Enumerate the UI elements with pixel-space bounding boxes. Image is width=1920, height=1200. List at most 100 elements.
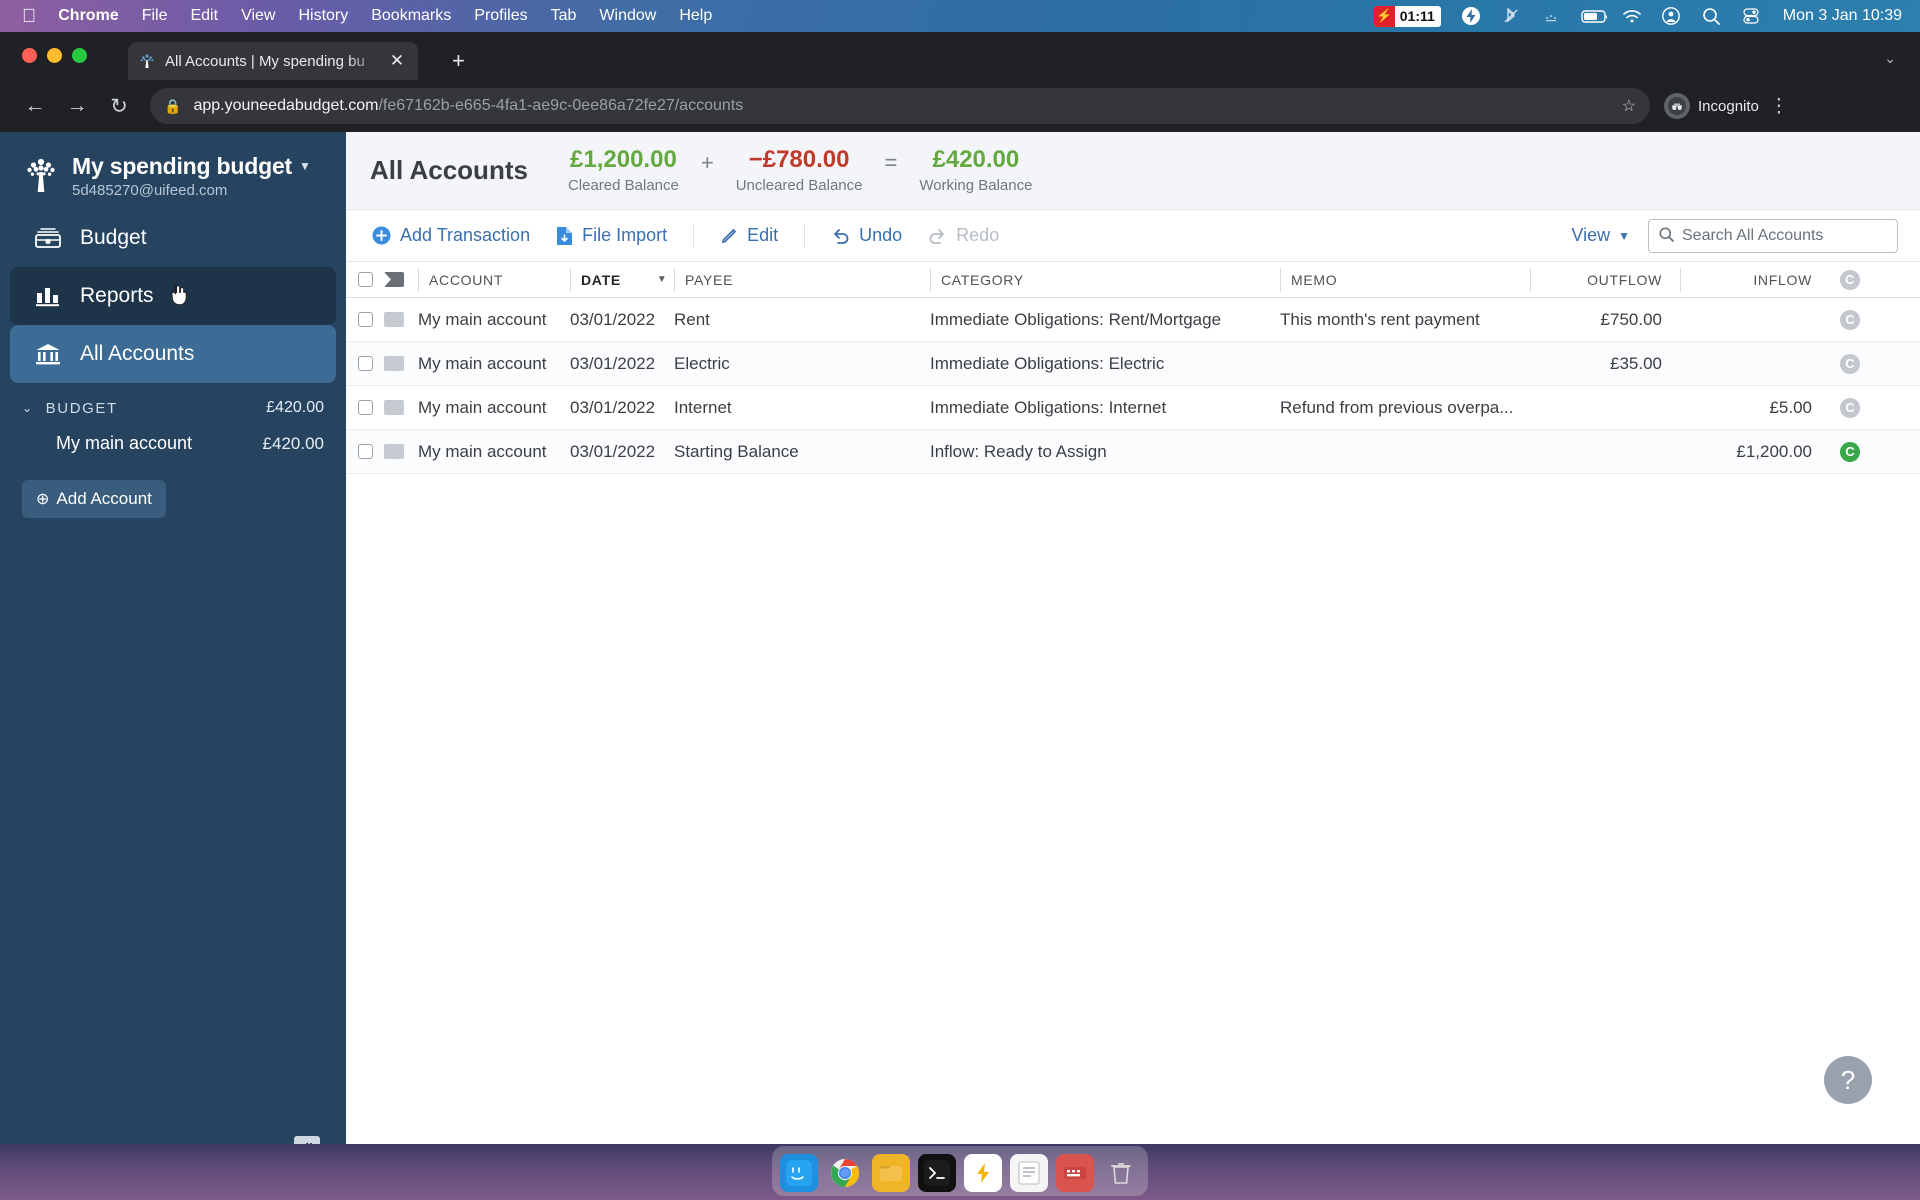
address-bar[interactable]: 🔒 app.youneedabudget.com /fe67162b-e665-… <box>150 88 1650 124</box>
column-header-date[interactable]: DATE ▼ <box>570 267 674 292</box>
search-input[interactable] <box>1682 226 1887 245</box>
menu-bookmarks[interactable]: Bookmarks <box>371 7 451 25</box>
chrome-icon[interactable] <box>826 1154 864 1192</box>
back-button[interactable]: ← <box>14 85 56 127</box>
chrome-window: All Accounts | My spending bu ✕ + ⌄ ← → … <box>0 32 1920 1200</box>
wifi-icon[interactable] <box>1621 6 1641 26</box>
chrome-menu-kebab-icon[interactable]: ⋮ <box>1759 95 1799 118</box>
cell-cleared-status[interactable]: C <box>1830 309 1870 330</box>
table-row[interactable]: My main account 03/01/2022 Electric Imme… <box>346 342 1920 386</box>
flash-icon[interactable] <box>1461 6 1481 26</box>
new-tab-button[interactable]: + <box>452 50 465 72</box>
cell-cleared-status[interactable]: C <box>1830 441 1870 462</box>
cell-date: 03/01/2022 <box>570 441 656 461</box>
row-checkbox[interactable] <box>346 356 384 371</box>
bolt-icon[interactable] <box>964 1154 1002 1192</box>
menu-profiles[interactable]: Profiles <box>474 7 527 25</box>
cleared-balance-label: Cleared Balance <box>567 176 679 194</box>
transactions-table-body: My main account 03/01/2022 Rent Immediat… <box>346 298 1920 474</box>
reload-button[interactable]: ↻ <box>98 85 140 127</box>
screen-recording-indicator[interactable]: ⚡ 01:11 <box>1373 5 1441 27</box>
keyboard-icon[interactable] <box>1056 1154 1094 1192</box>
row-flag-icon[interactable] <box>384 356 418 371</box>
menu-bar-clock[interactable]: Mon 3 Jan 10:39 <box>1783 7 1902 25</box>
row-flag-icon[interactable] <box>384 444 418 459</box>
budget-caret-down-icon[interactable]: ▼ <box>299 160 311 173</box>
toolbar-right: View ▼ <box>1571 218 1898 253</box>
control-center-user-icon[interactable] <box>1661 6 1681 26</box>
menu-file[interactable]: File <box>142 7 168 25</box>
table-row[interactable]: My main account 03/01/2022 Rent Immediat… <box>346 298 1920 342</box>
column-header-account[interactable]: ACCOUNT <box>418 267 570 292</box>
flag-column-header[interactable] <box>384 272 418 287</box>
table-row[interactable]: My main account 03/01/2022 Internet Imme… <box>346 386 1920 430</box>
finder-icon[interactable] <box>780 1154 818 1192</box>
incognito-indicator[interactable]: Incognito <box>1664 93 1759 119</box>
cell-cleared-status[interactable]: C <box>1830 353 1870 374</box>
undo-button[interactable]: Undo <box>831 225 902 246</box>
row-checkbox[interactable] <box>346 312 384 327</box>
sidebar-item-budget[interactable]: Budget <box>10 209 336 267</box>
tab-search-chevron-down-icon[interactable]: ⌄ <box>1884 50 1896 67</box>
menu-view[interactable]: View <box>241 7 275 25</box>
row-flag-icon[interactable] <box>384 400 418 415</box>
apple-icon[interactable]:  <box>22 7 36 26</box>
maximize-window-button[interactable] <box>72 48 87 63</box>
column-header-cleared[interactable]: C <box>1830 269 1870 290</box>
cell-outflow: £750.00 <box>1600 309 1662 329</box>
sidebar-item-all-accounts[interactable]: All Accounts <box>10 325 336 384</box>
row-checkbox[interactable] <box>346 444 384 459</box>
column-header-category[interactable]: CATEGORY <box>930 267 1280 292</box>
cell-category: Immediate Obligations: Internet <box>930 397 1167 417</box>
bookmark-star-icon[interactable]: ☆ <box>1622 96 1636 116</box>
column-header-outflow[interactable]: OUTFLOW <box>1530 267 1680 292</box>
recording-time: 01:11 <box>1399 8 1435 24</box>
redo-button[interactable]: Redo <box>928 225 999 246</box>
sidebar-account-row[interactable]: My main account £420.00 <box>0 425 346 462</box>
menu-history[interactable]: History <box>298 7 348 25</box>
spotlight-search-icon[interactable] <box>1701 6 1721 26</box>
notes-icon[interactable] <box>1010 1154 1048 1192</box>
edit-button[interactable]: Edit <box>720 225 778 246</box>
help-button[interactable]: ? <box>1824 1056 1872 1104</box>
add-account-button[interactable]: ⊕ Add Account <box>22 480 166 519</box>
menu-window[interactable]: Window <box>599 7 656 25</box>
close-window-button[interactable] <box>22 48 37 63</box>
forward-button[interactable]: → <box>56 85 98 127</box>
terminal-icon[interactable] <box>918 1154 956 1192</box>
view-label: View <box>1571 225 1611 245</box>
dnd-icon[interactable] <box>1541 6 1561 26</box>
cell-account: My main account <box>418 353 547 373</box>
budget-selector[interactable]: My spending budget ▼ 5d485270@uifeed.com <box>0 132 346 209</box>
row-flag-icon[interactable] <box>384 312 418 327</box>
view-button[interactable]: View ▼ <box>1571 225 1630 246</box>
bluetooth-off-icon[interactable] <box>1501 6 1521 26</box>
control-center-icon[interactable] <box>1741 6 1761 26</box>
column-header-payee[interactable]: PAYEE <box>674 267 930 292</box>
file-import-button[interactable]: File Import <box>556 225 667 246</box>
trash-icon[interactable] <box>1102 1154 1140 1192</box>
column-header-memo[interactable]: MEMO <box>1280 267 1530 292</box>
sidebar-item-reports[interactable]: Reports <box>10 267 336 326</box>
battery-icon[interactable] <box>1581 6 1607 26</box>
menu-tab[interactable]: Tab <box>551 7 577 25</box>
menu-edit[interactable]: Edit <box>190 7 218 25</box>
menu-chrome[interactable]: Chrome <box>58 7 118 25</box>
menu-help[interactable]: Help <box>679 7 712 25</box>
account-header: All Accounts £1,200.00 Cleared Balance +… <box>346 132 1920 210</box>
row-checkbox[interactable] <box>346 400 384 415</box>
window-traffic-lights <box>22 48 87 63</box>
budget-section-header[interactable]: ⌄ BUDGET £420.00 <box>0 383 346 425</box>
menu-bar-status-area: ⚡ 01:11 Mon 3 Jan 10:39 <box>1354 5 1920 27</box>
cell-cleared-status[interactable]: C <box>1830 397 1870 418</box>
browser-tab[interactable]: All Accounts | My spending bu ✕ <box>128 42 418 80</box>
select-all-checkbox[interactable] <box>346 272 384 287</box>
add-transaction-button[interactable]: Add Transaction <box>372 225 530 246</box>
minimize-window-button[interactable] <box>47 48 62 63</box>
table-row[interactable]: My main account 03/01/2022 Starting Bala… <box>346 430 1920 474</box>
files-icon[interactable] <box>872 1154 910 1192</box>
column-header-inflow[interactable]: INFLOW <box>1680 267 1830 292</box>
chevron-down-icon: ▼ <box>1618 228 1630 243</box>
search-box[interactable] <box>1648 218 1898 253</box>
close-tab-icon[interactable]: ✕ <box>386 51 408 71</box>
